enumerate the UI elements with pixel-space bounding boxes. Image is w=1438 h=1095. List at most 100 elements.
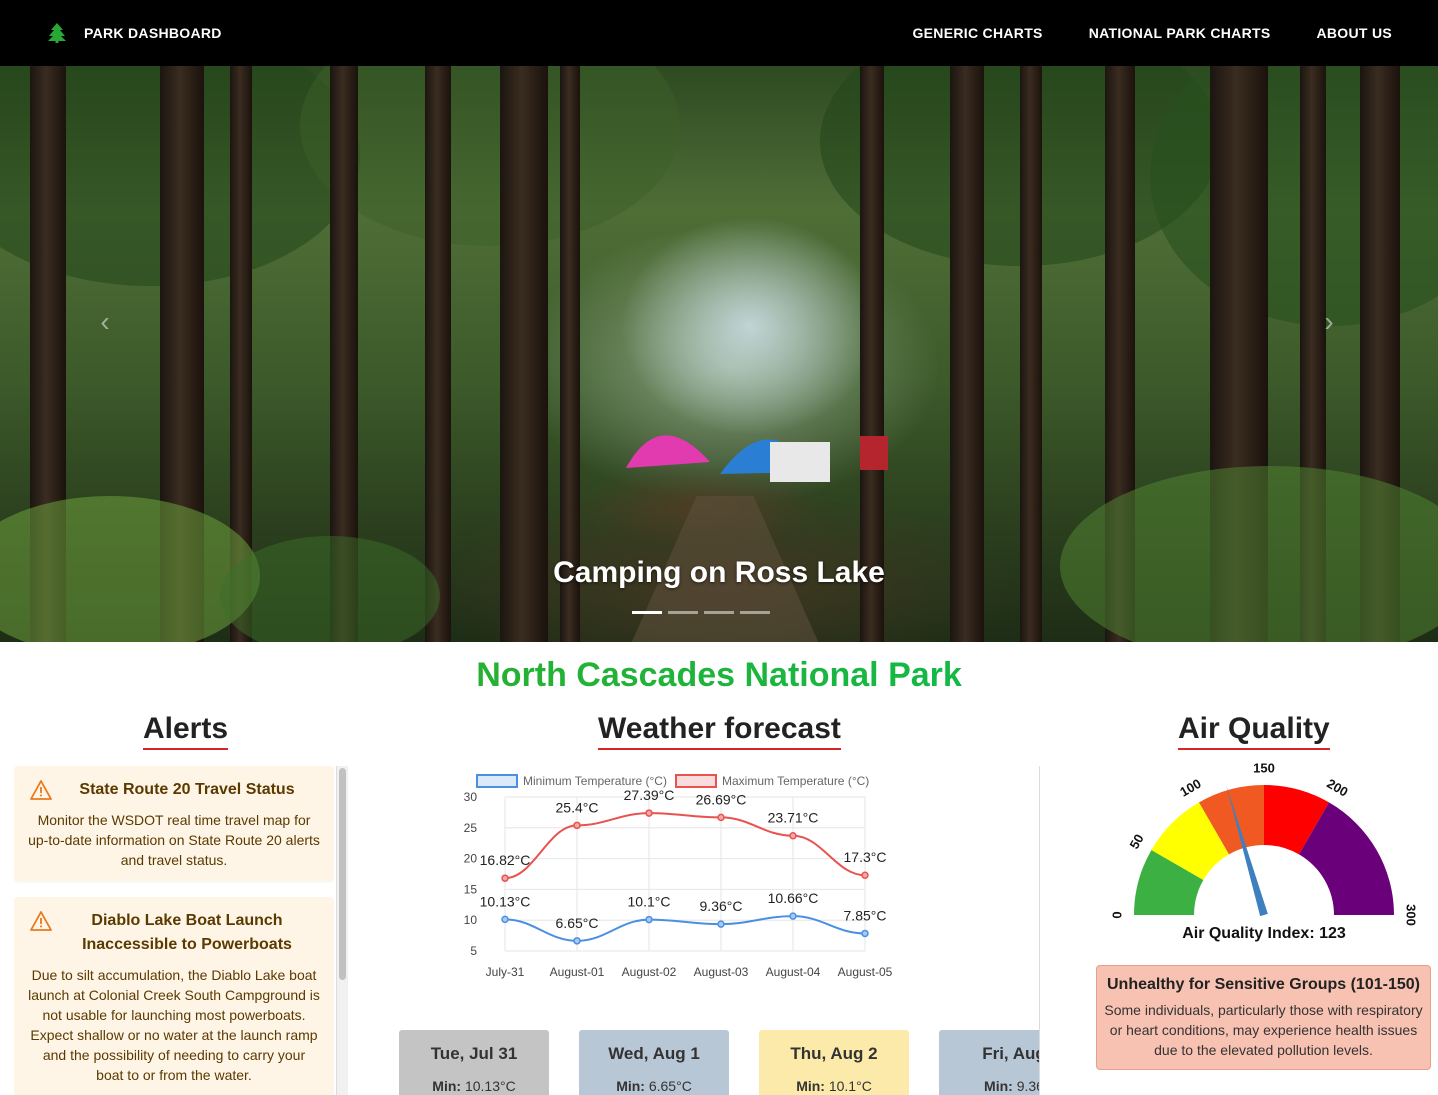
carousel-next-button[interactable]: › bbox=[1314, 306, 1344, 337]
forecast-day-min: Min: 10.13°C bbox=[399, 1078, 549, 1094]
data-point[interactable] bbox=[717, 813, 725, 822]
forecast-day-min: Min: 9.36 bbox=[939, 1078, 1040, 1094]
brand-link[interactable]: PARK DASHBOARD bbox=[48, 0, 222, 66]
data-label: 23.71°C bbox=[768, 810, 819, 826]
data-label: 10.1°C bbox=[628, 894, 671, 910]
aqi-scale-label: 100 bbox=[1177, 776, 1203, 800]
chart-grid: 5 10 15 20 25 30 July-31 August-01 August-02 Augu… bbox=[464, 790, 893, 979]
data-point[interactable] bbox=[645, 809, 653, 817]
data-point[interactable] bbox=[789, 831, 797, 840]
forecast-day-name: Wed, Aug 1 bbox=[608, 1044, 700, 1063]
data-label: 27.39°C bbox=[624, 787, 675, 803]
forecast-min-label: Min: bbox=[796, 1078, 825, 1094]
forecast-day-card[interactable]: Thu, Aug 2 Min: 10.1°C bbox=[759, 1030, 909, 1095]
park-title: North Cascades National Park bbox=[0, 656, 1438, 695]
y-tick-label: 10 bbox=[464, 913, 478, 927]
forecast-min-label: Min: bbox=[984, 1078, 1013, 1094]
data-point[interactable] bbox=[861, 929, 869, 938]
data-point[interactable] bbox=[501, 915, 509, 924]
alert-card: Diablo Lake Boat Launch Inaccessible to … bbox=[14, 897, 334, 1095]
forecast-min-value: 6.65°C bbox=[648, 1078, 692, 1094]
aqi-gauge: 0 50 100 150 200 300 Air Quality Index: 123 bbox=[1109, 760, 1419, 942]
carousel-indicator[interactable] bbox=[668, 611, 698, 614]
navbar: PARK DASHBOARD GENERIC CHARTS NATIONAL P… bbox=[0, 0, 1438, 66]
carousel-indicators bbox=[632, 611, 770, 614]
forecast-min-value: 10.1°C bbox=[828, 1078, 872, 1094]
forecast-day-card[interactable]: Tue, Jul 31 Min: 10.13°C bbox=[399, 1030, 549, 1095]
forecast-day-min: Min: 10.1°C bbox=[759, 1078, 909, 1094]
aqi-category-box: Unhealthy for Sensitive Groups (101-150)… bbox=[1096, 965, 1431, 1070]
aqi-scale-label: 300 bbox=[1404, 904, 1419, 926]
aqi-category-description: Some individuals, particularly those wit… bbox=[1104, 1002, 1423, 1058]
carousel-prev-button[interactable]: ‹ bbox=[90, 306, 120, 337]
forecast-day-min: Min: 6.65°C bbox=[579, 1078, 729, 1094]
legend-swatch[interactable] bbox=[476, 774, 518, 788]
forecast-day-name: Thu, Aug 2 bbox=[790, 1044, 878, 1063]
nav-links: GENERIC CHARTS NATIONAL PARK CHARTS ABOU… bbox=[912, 0, 1392, 66]
data-point[interactable] bbox=[573, 821, 581, 830]
legend-label[interactable]: Maximum Temperature (°C) bbox=[722, 774, 869, 788]
forecast-min-value: 10.13°C bbox=[464, 1078, 516, 1094]
forecast-min-label: Min: bbox=[616, 1078, 645, 1094]
weather-divider bbox=[1039, 766, 1040, 1095]
alert-title: Diablo Lake Boat Launch Inaccessible to … bbox=[82, 912, 292, 953]
data-label: 7.85°C bbox=[844, 907, 887, 923]
alert-card: State Route 20 Travel Status Monitor the… bbox=[14, 766, 334, 881]
x-tick-label: August-04 bbox=[766, 965, 821, 979]
pine-tree-icon bbox=[48, 23, 66, 43]
nav-link-national-park-charts[interactable]: NATIONAL PARK CHARTS bbox=[1089, 25, 1271, 41]
data-label: 25.4°C bbox=[556, 799, 599, 815]
aqi-scale-label: 0 bbox=[1109, 911, 1124, 918]
data-label: 16.82°C bbox=[480, 852, 531, 868]
data-label: 10.13°C bbox=[480, 893, 531, 909]
legend-label[interactable]: Minimum Temperature (°C) bbox=[523, 774, 667, 788]
hero-caption: Camping on Ross Lake bbox=[553, 556, 885, 589]
x-tick-label: August-02 bbox=[622, 965, 677, 979]
alert-title: State Route 20 Travel Status bbox=[79, 781, 295, 798]
data-label: 26.69°C bbox=[696, 791, 747, 807]
data-label: 6.65°C bbox=[556, 915, 599, 931]
alerts-scrollbar[interactable] bbox=[336, 766, 348, 1095]
data-point[interactable] bbox=[717, 920, 725, 928]
data-point[interactable] bbox=[501, 874, 509, 882]
aqi-scale-label: 150 bbox=[1253, 760, 1275, 775]
carousel-indicator[interactable] bbox=[632, 611, 662, 614]
alert-text: Monitor the WSDOT real time travel map f… bbox=[28, 812, 320, 868]
aqi-scale-label: 50 bbox=[1127, 831, 1147, 851]
data-label: 9.36°C bbox=[700, 898, 743, 914]
nav-link-about-us[interactable]: ABOUT US bbox=[1316, 25, 1392, 41]
x-tick-label: August-01 bbox=[550, 965, 605, 979]
forecast-min-value: 9.36 bbox=[1016, 1078, 1040, 1094]
air-quality-heading: Air Quality bbox=[1178, 712, 1330, 750]
data-point[interactable] bbox=[789, 912, 797, 920]
aqi-scale-label: 200 bbox=[1324, 776, 1350, 800]
data-point[interactable] bbox=[645, 915, 653, 924]
weather-panel: Minimum Temperature (°C) Maximum Temperat… bbox=[380, 766, 1040, 1095]
alerts-heading: Alerts bbox=[143, 712, 229, 750]
forecast-day-name: Tue, Jul 31 bbox=[430, 1044, 518, 1063]
forecast-day-card[interactable]: Fri, Aug Min: 9.36 bbox=[939, 1030, 1040, 1095]
aqi-category-title: Unhealthy for Sensitive Groups (101-150) bbox=[1107, 976, 1420, 993]
carousel-indicator[interactable] bbox=[740, 611, 770, 614]
brand-label: PARK DASHBOARD bbox=[84, 25, 222, 41]
warning-icon bbox=[30, 911, 52, 931]
y-tick-label: 5 bbox=[470, 944, 477, 958]
chart-series: 16.82°C 25.4°C 27.39°C 26.69°C 23.71°C 17.3°C bbox=[480, 787, 887, 882]
x-tick-label: July-31 bbox=[486, 965, 525, 979]
chart-legend: Minimum Temperature (°C) Maximum Temperat… bbox=[476, 774, 869, 788]
y-tick-label: 30 bbox=[464, 790, 478, 804]
alerts-scroll-thumb[interactable] bbox=[339, 768, 346, 980]
legend-swatch[interactable] bbox=[675, 774, 717, 788]
y-tick-label: 15 bbox=[464, 882, 478, 896]
x-tick-label: August-03 bbox=[694, 965, 749, 979]
nav-link-generic-charts[interactable]: GENERIC CHARTS bbox=[912, 25, 1042, 41]
aqi-value-label: Air Quality Index: 123 bbox=[1182, 925, 1346, 942]
data-point[interactable] bbox=[861, 871, 869, 879]
forecast-day-card[interactable]: Wed, Aug 1 Min: 6.65°C bbox=[579, 1030, 729, 1095]
carousel-indicator[interactable] bbox=[704, 611, 734, 614]
x-tick-label: August-05 bbox=[838, 965, 893, 979]
data-label: 10.66°C bbox=[768, 890, 819, 906]
data-label: 17.3°C bbox=[844, 849, 887, 865]
data-point[interactable] bbox=[573, 937, 581, 945]
forecast-min-label: Min: bbox=[432, 1078, 462, 1094]
